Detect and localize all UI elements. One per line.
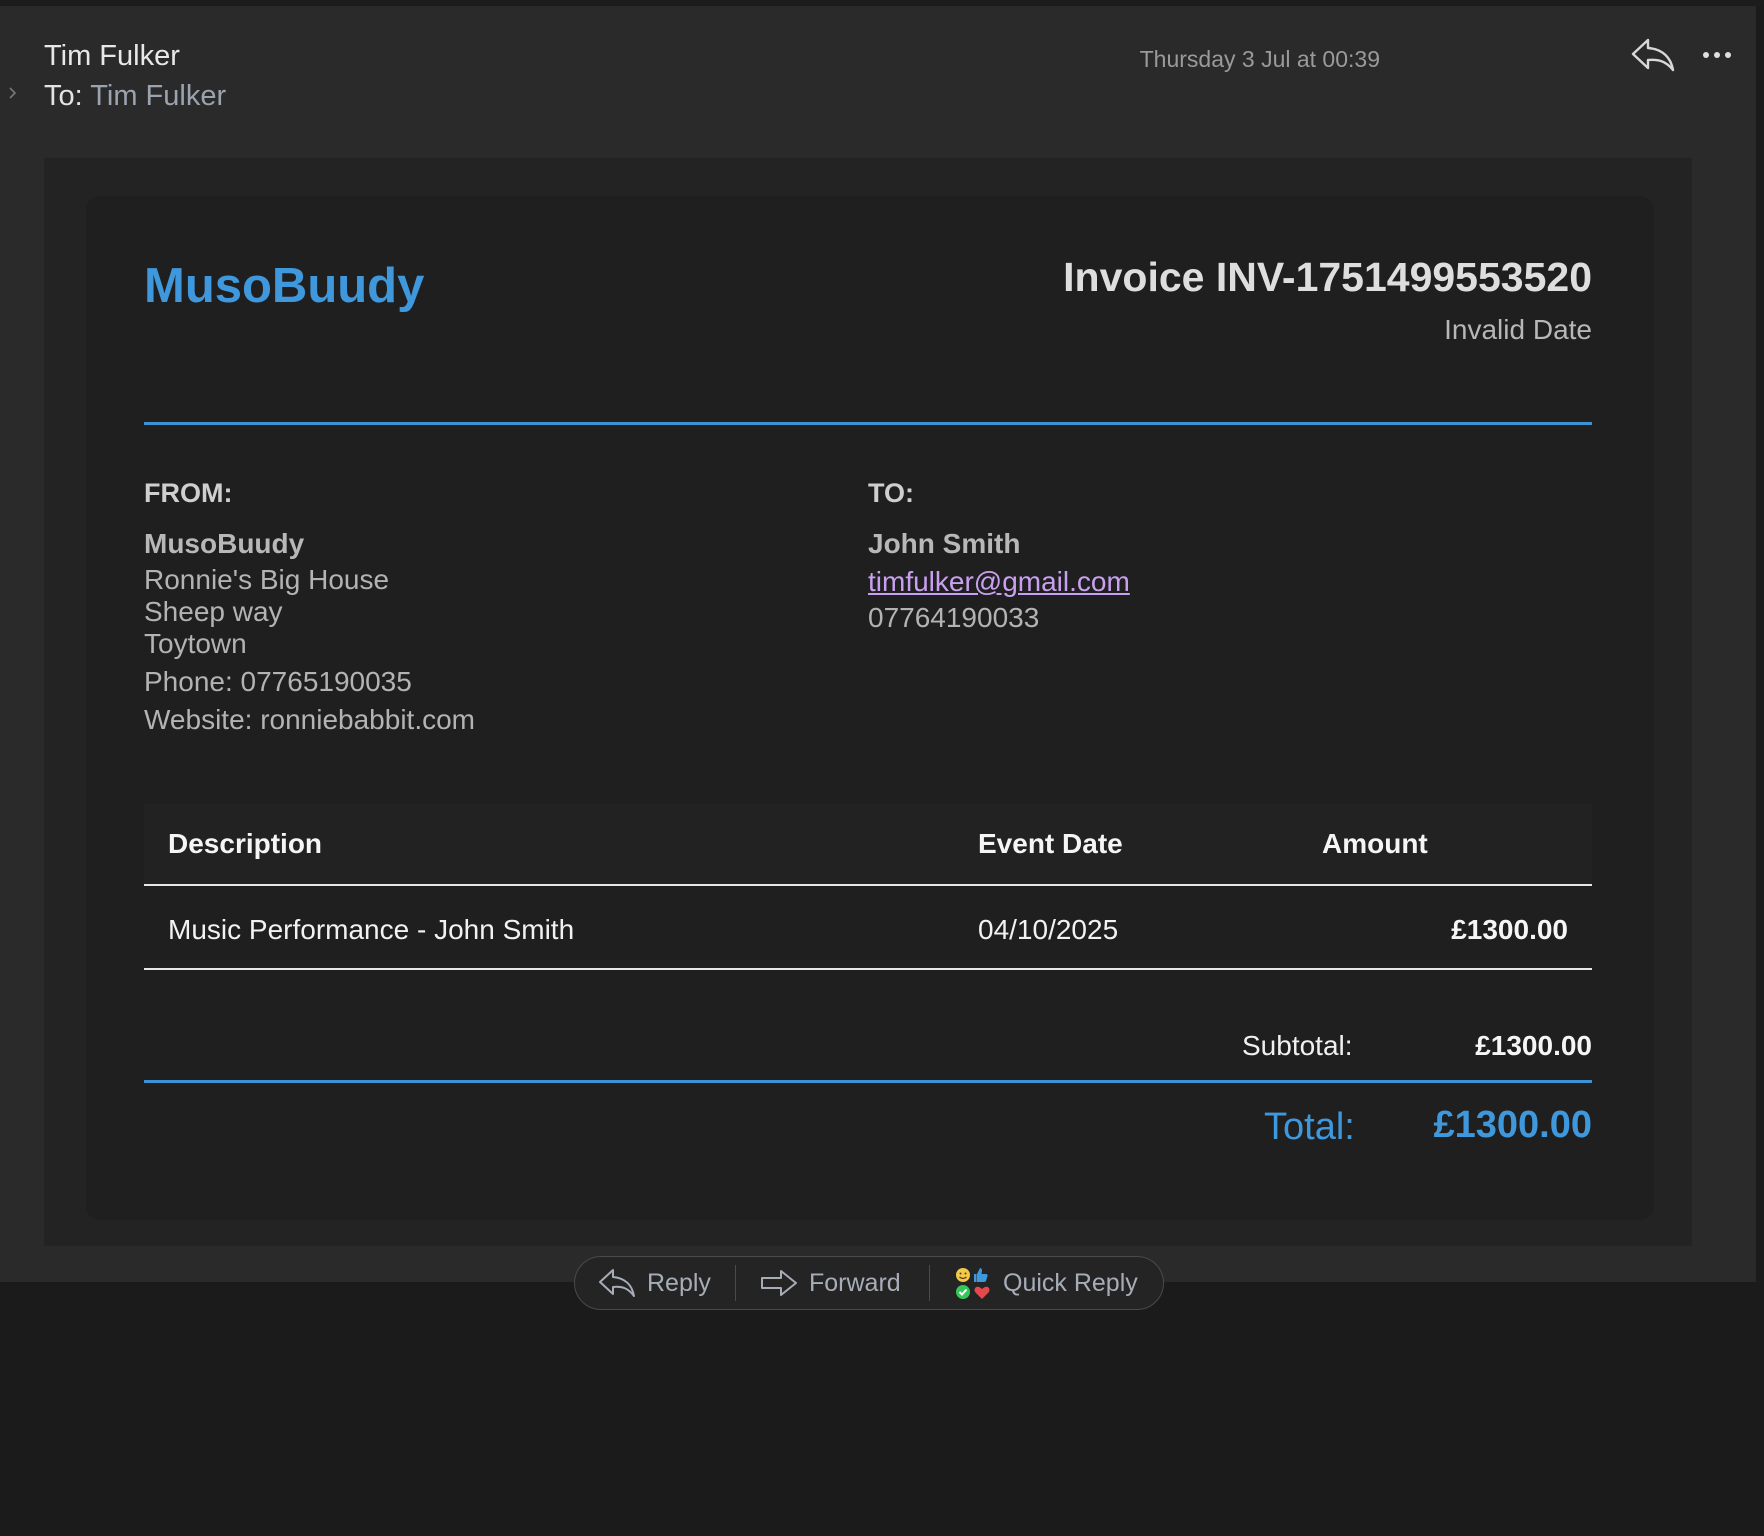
from-address-line-2: Sheep way	[144, 596, 283, 627]
to-phone: 07764190033	[868, 602, 1040, 633]
column-header-description: Description	[168, 828, 323, 859]
more-options-icon[interactable]	[1700, 40, 1734, 70]
from-label: FROM:	[144, 478, 233, 508]
subtotal-value: £1300.00	[1475, 1030, 1592, 1061]
column-header-event-date: Event Date	[978, 828, 1123, 859]
recipient-name[interactable]: Tim Fulker	[90, 80, 226, 112]
to-section-label: TO:	[868, 478, 914, 508]
total-value: £1300.00	[1433, 1104, 1593, 1146]
quick-reply-button[interactable]: Quick Reply	[953, 1257, 1138, 1309]
invoice-content: MusoBuudy Invoice INV-1751499553520 Inva…	[144, 196, 1592, 1220]
to-name: John Smith	[868, 528, 1021, 559]
forward-label: Forward	[809, 1268, 901, 1297]
header-divider	[144, 422, 1592, 425]
from-address-line-3: Toytown	[144, 628, 247, 659]
from-phone: Phone: 07765190035	[144, 666, 412, 697]
sender-name[interactable]: Tim Fulker	[44, 40, 180, 73]
from-address-line-1: Ronnie's Big House	[144, 564, 390, 595]
forward-button[interactable]: Forward	[759, 1257, 901, 1309]
invoice-brand: MusoBuudy	[144, 259, 425, 313]
reply-button[interactable]: Reply	[597, 1257, 711, 1309]
row-event-date: 04/10/2025	[978, 914, 1119, 945]
total-divider	[144, 1080, 1592, 1083]
total-label: Total:	[1264, 1106, 1355, 1148]
message-action-bar: Reply Forward Quick Reply	[574, 1256, 1164, 1310]
reply-icon	[599, 1269, 635, 1297]
recipient-line: To: Tim Fulker	[44, 80, 226, 113]
chevron-right-icon[interactable]	[6, 86, 20, 100]
reply-icon[interactable]	[1630, 36, 1676, 74]
forward-arrow-icon	[761, 1270, 797, 1296]
message-view: Tim Fulker To: Tim Fulker Thursday 3 Jul…	[0, 6, 1756, 1282]
message-date: Thursday 3 Jul at 00:39	[1139, 46, 1380, 72]
quick-reply-emoji-icon	[956, 1268, 990, 1299]
table-header: Description Event Date Amount	[144, 804, 1592, 884]
reply-label: Reply	[647, 1268, 711, 1297]
invoice-title: Invoice INV-1751499553520	[1063, 254, 1592, 300]
subtotal-label: Subtotal:	[1242, 1030, 1353, 1061]
invoice-date: Invalid Date	[1444, 314, 1592, 345]
to-email-link[interactable]: timfulker@gmail.com	[868, 566, 1130, 598]
action-separator	[735, 1265, 736, 1301]
action-separator	[929, 1265, 930, 1301]
from-website: Website: ronniebabbit.com	[144, 704, 475, 735]
quick-reply-label: Quick Reply	[1003, 1268, 1138, 1297]
from-name: MusoBuudy	[144, 528, 305, 559]
to-label: To:	[44, 80, 83, 112]
invoice-card: MusoBuudy Invoice INV-1751499553520 Inva…	[86, 196, 1654, 1220]
table-row-divider	[144, 968, 1592, 970]
row-description: Music Performance - John Smith	[168, 914, 575, 945]
email-body: MusoBuudy Invoice INV-1751499553520 Inva…	[44, 158, 1692, 1246]
table-header-divider	[144, 884, 1592, 886]
column-header-amount: Amount	[1322, 828, 1428, 859]
row-amount: £1300.00	[1451, 914, 1568, 945]
